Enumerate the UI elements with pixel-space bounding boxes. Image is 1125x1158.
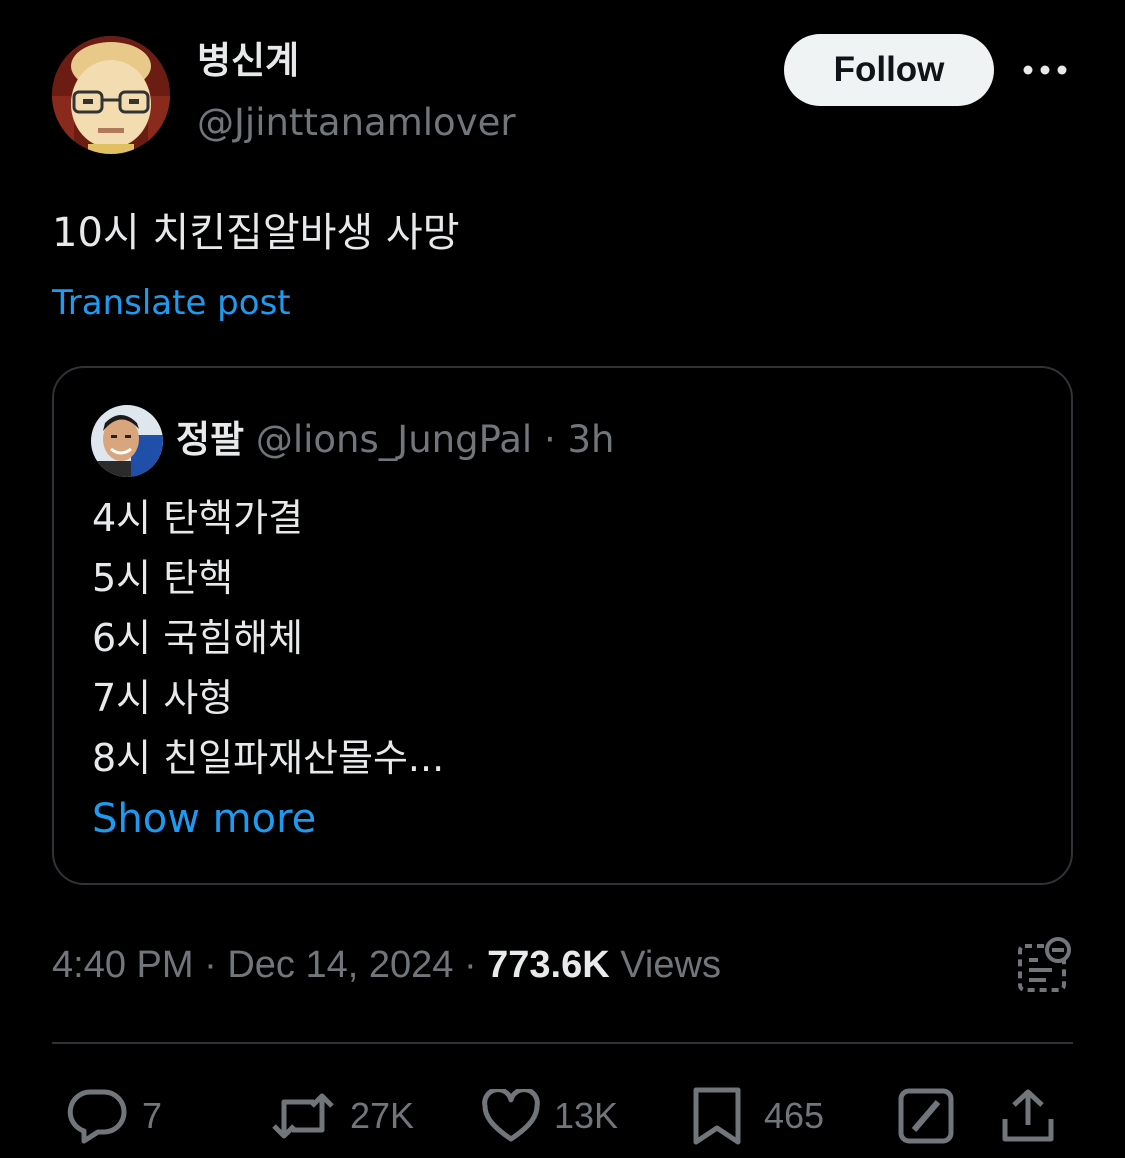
- author-avatar[interactable]: [52, 36, 170, 154]
- post-detail: 병신계 @Jjinttanamlover Follow 10시 치킨집알바생 사…: [0, 0, 1125, 1158]
- like-button[interactable]: 13K: [482, 1086, 618, 1146]
- repost-icon: [272, 1093, 334, 1139]
- views-count: 773.6K: [487, 944, 610, 986]
- quote-line: 8시 친일파재산몰수...: [92, 736, 445, 780]
- like-icon: [482, 1089, 540, 1142]
- analytics-icon: [1018, 937, 1071, 992]
- author-handle[interactable]: @Jjinttanamlover: [197, 98, 516, 148]
- reply-icon: [67, 1089, 127, 1144]
- bookmark-icon: [693, 1087, 741, 1145]
- author-display-name[interactable]: 병신계: [197, 36, 299, 86]
- post-meta: 4:40 PM · Dec 14, 2024 · 773.6K Views: [52, 938, 721, 992]
- post-date[interactable]: Dec 14, 2024: [227, 944, 453, 986]
- quote-text: 4시 탄핵가결 5시 탄핵 6시 국힘해체 7시 사형 8시 친일파재산몰수..…: [92, 488, 444, 788]
- meta-separator: ·: [463, 944, 477, 986]
- show-more-link[interactable]: Show more: [92, 792, 316, 846]
- repost-count: 27K: [350, 1095, 415, 1136]
- quote-author-handle[interactable]: @lions_JungPal: [256, 418, 532, 461]
- post-time[interactable]: 4:40 PM: [52, 944, 194, 986]
- like-count: 13K: [554, 1095, 619, 1136]
- divider: [52, 1042, 1073, 1044]
- reply-count: 7: [142, 1095, 163, 1136]
- quote-line: 7시 사형: [92, 676, 234, 720]
- bookmark-count: 465: [764, 1095, 825, 1136]
- quote-separator: ·: [543, 418, 556, 461]
- views-label: Views: [620, 944, 721, 986]
- grok-button[interactable]: [898, 1086, 954, 1146]
- follow-button[interactable]: Follow: [784, 34, 994, 106]
- quote-header: 정팔 @lions_JungPal · 3h: [176, 414, 614, 466]
- more-options-button[interactable]: [1020, 52, 1070, 88]
- post-text: 10시 치킨집알바생 사망: [52, 210, 460, 256]
- grok-icon: [898, 1088, 954, 1144]
- quote-avatar-image: [91, 405, 163, 477]
- more-icon: [1023, 65, 1067, 75]
- meta-separator: ·: [204, 944, 217, 986]
- quote-line: 5시 탄핵: [92, 556, 234, 600]
- avatar-image: [52, 36, 170, 154]
- share-button[interactable]: [1000, 1086, 1056, 1146]
- quote-line: 4시 탄핵가결: [92, 496, 304, 540]
- repost-button[interactable]: 27K: [270, 1086, 414, 1146]
- translate-post-link[interactable]: Translate post: [52, 280, 291, 326]
- quote-timestamp[interactable]: 3h: [567, 418, 614, 461]
- bookmark-button[interactable]: 465: [692, 1086, 824, 1146]
- analytics-button[interactable]: [1016, 936, 1074, 994]
- quote-author-avatar[interactable]: [91, 405, 163, 477]
- share-icon: [1002, 1089, 1054, 1142]
- quote-author-name[interactable]: 정팔: [176, 418, 244, 461]
- reply-button[interactable]: 7: [66, 1086, 162, 1146]
- quoted-post[interactable]: 정팔 @lions_JungPal · 3h 4시 탄핵가결 5시 탄핵 6시 …: [52, 366, 1073, 885]
- quote-line: 6시 국힘해체: [92, 616, 304, 660]
